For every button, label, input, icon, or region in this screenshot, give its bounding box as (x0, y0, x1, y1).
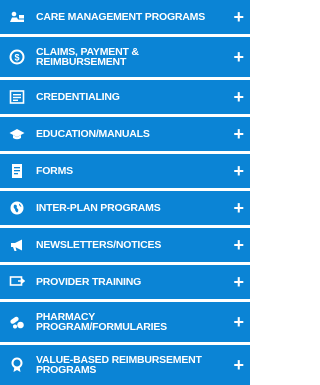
menu-item-credentialing[interactable]: CREDENTIALING + (0, 80, 250, 114)
expand-plus-icon[interactable]: + (233, 88, 244, 106)
menu-item-label: FORMS (36, 165, 73, 177)
menu-item-label: CLAIMS, PAYMENT & REIMBURSEMENT (36, 46, 139, 68)
menu-item-education-manuals[interactable]: EDUCATION/MANUALS + (0, 117, 250, 151)
menu-item-inter-plan-programs[interactable]: INTER-PLAN PROGRAMS + (0, 191, 250, 225)
document-list-icon (6, 86, 28, 108)
expand-plus-icon[interactable]: + (233, 199, 244, 217)
expand-plus-icon[interactable]: + (233, 273, 244, 291)
expand-plus-icon[interactable]: + (233, 162, 244, 180)
menu-item-label: PROVIDER TRAINING (36, 276, 142, 288)
expand-plus-icon[interactable]: + (233, 313, 244, 331)
presentation-icon (6, 271, 28, 293)
expand-plus-icon[interactable]: + (233, 356, 244, 374)
nurse-icon (6, 6, 28, 28)
menu-item-claims-payment-reimbursement[interactable]: $ CLAIMS, PAYMENT & REIMBURSEMENT + (0, 37, 250, 77)
svg-text:$: $ (14, 53, 19, 63)
menu-item-label: CREDENTIALING (36, 91, 120, 103)
award-ribbon-icon (6, 354, 28, 376)
menu-item-pharmacy-program-formularies[interactable]: PHARMACY PROGRAM/FORMULARIES + (0, 302, 250, 342)
menu-item-label: INTER-PLAN PROGRAMS (36, 202, 161, 214)
menu-item-provider-training[interactable]: PROVIDER TRAINING + (0, 265, 250, 299)
menu-item-label: NEWSLETTERS/NOTICES (36, 239, 162, 251)
menu-item-label: VALUE-BASED REIMBURSEMENT PROGRAMS (36, 354, 202, 376)
menu-item-newsletters-notices[interactable]: NEWSLETTERS/NOTICES + (0, 228, 250, 262)
menu-item-forms[interactable]: FORMS + (0, 154, 250, 188)
menu-item-label: CARE MANAGEMENT PROGRAMS (36, 11, 206, 23)
resource-accordion-menu: CARE MANAGEMENT PROGRAMS + $ CLAIMS, PAY… (0, 0, 250, 385)
expand-plus-icon[interactable]: + (233, 48, 244, 66)
expand-plus-icon[interactable]: + (233, 8, 244, 26)
expand-plus-icon[interactable]: + (233, 125, 244, 143)
globe-icon (6, 197, 28, 219)
pills-icon (6, 311, 28, 333)
menu-item-label: EDUCATION/MANUALS (36, 128, 150, 140)
graduation-cap-icon (6, 123, 28, 145)
menu-item-label: PHARMACY PROGRAM/FORMULARIES (36, 311, 167, 333)
menu-item-value-based-reimbursement-programs[interactable]: VALUE-BASED REIMBURSEMENT PROGRAMS + (0, 345, 250, 385)
megaphone-icon (6, 234, 28, 256)
expand-plus-icon[interactable]: + (233, 236, 244, 254)
form-icon (6, 160, 28, 182)
menu-item-care-management-programs[interactable]: CARE MANAGEMENT PROGRAMS + (0, 0, 250, 34)
dollar-coin-icon: $ (6, 46, 28, 68)
